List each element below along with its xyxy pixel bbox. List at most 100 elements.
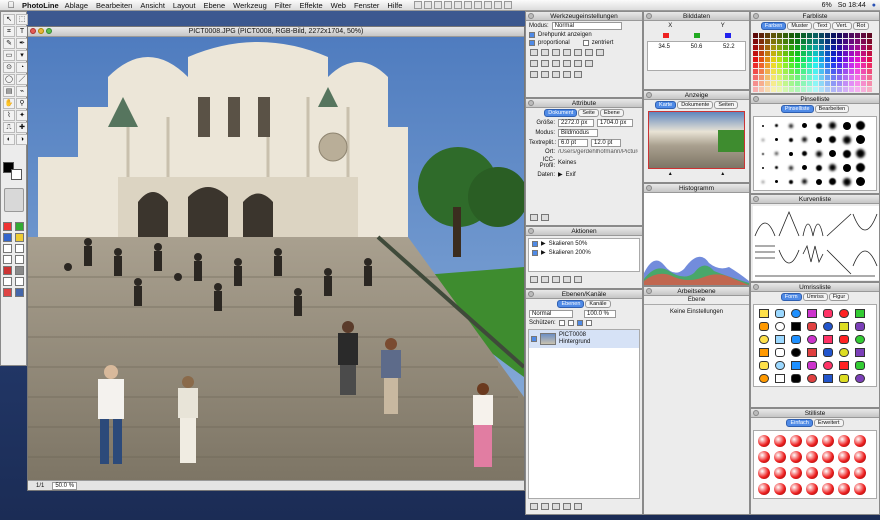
color-swatch[interactable] [867, 75, 872, 80]
copy-icon[interactable] [424, 1, 433, 9]
minimize-window-icon[interactable] [38, 28, 44, 34]
color-swatch[interactable] [849, 51, 854, 56]
eraser-tool-icon[interactable]: ▭ [3, 50, 15, 61]
option-icon[interactable] [15, 288, 24, 297]
color-swatch[interactable] [789, 87, 794, 92]
menu-ablage[interactable]: Ablage [65, 1, 88, 10]
color-swatch[interactable] [753, 75, 758, 80]
color-swatch[interactable] [825, 75, 830, 80]
style-preset-icon[interactable] [836, 433, 851, 448]
color-swatch[interactable] [813, 57, 818, 62]
color-swatch[interactable] [867, 57, 872, 62]
protect-transparency-checkbox[interactable] [558, 320, 565, 326]
color-swatch[interactable] [825, 81, 830, 86]
style-preset-icon[interactable] [804, 449, 819, 464]
color-swatch[interactable] [795, 63, 800, 68]
option-icon[interactable] [3, 244, 12, 253]
color-swatch[interactable] [777, 69, 782, 74]
color-swatch[interactable] [753, 69, 758, 74]
color-swatch[interactable] [801, 81, 806, 86]
rotate-icon[interactable] [552, 60, 560, 67]
color-swatch[interactable] [759, 75, 764, 80]
color-swatch[interactable] [813, 69, 818, 74]
color-swatch[interactable] [771, 51, 776, 56]
option-icon[interactable] [15, 233, 24, 242]
option-icon[interactable] [15, 222, 24, 231]
color-swatch[interactable] [777, 57, 782, 62]
color-swatch[interactable] [765, 69, 770, 74]
color-swatch[interactable] [777, 39, 782, 44]
brush-preset-icon[interactable] [812, 175, 825, 188]
color-swatch[interactable] [789, 81, 794, 86]
color-swatch[interactable] [837, 57, 842, 62]
brush-preset-icon[interactable] [840, 175, 853, 188]
style-preset-icon[interactable] [804, 465, 819, 480]
shape-preset-icon[interactable] [788, 333, 803, 345]
color-swatch[interactable] [759, 39, 764, 44]
menu-web[interactable]: Web [331, 1, 346, 10]
lock-icon[interactable] [574, 71, 582, 78]
color-swatch[interactable] [783, 57, 788, 62]
color-swatch[interactable] [777, 87, 782, 92]
color-swatch[interactable] [801, 69, 806, 74]
shape-tool-icon[interactable]: ◯ [3, 74, 15, 85]
zoom-indicator[interactable]: 50.0 % [52, 481, 78, 490]
color-swatch[interactable] [843, 57, 848, 62]
style-preset-icon[interactable] [804, 481, 819, 496]
color-swatch[interactable] [753, 45, 758, 50]
menu-ebene[interactable]: Ebene [203, 1, 225, 10]
color-swatch[interactable] [759, 87, 764, 92]
shape-preset-icon[interactable] [772, 359, 787, 371]
text-size-field[interactable]: 6.0 pt [558, 139, 588, 147]
color-swatch[interactable] [813, 75, 818, 80]
brush-preset-icon[interactable] [840, 133, 853, 146]
color-swatch[interactable] [753, 39, 758, 44]
color-swatch[interactable] [849, 81, 854, 86]
color-swatch[interactable] [795, 75, 800, 80]
skew-icon[interactable] [585, 60, 593, 67]
color-swatch[interactable] [843, 33, 848, 38]
style-preset-icon[interactable] [756, 433, 771, 448]
brush-preset-icon[interactable] [770, 161, 783, 174]
color-swatch[interactable] [831, 45, 836, 50]
brush-preset-icon[interactable] [826, 161, 839, 174]
shape-preset-icon[interactable] [772, 346, 787, 358]
option-icon[interactable] [3, 233, 12, 242]
protect-all-checkbox[interactable] [585, 320, 592, 326]
color-swatch[interactable] [783, 87, 788, 92]
color-swatch[interactable] [837, 63, 842, 68]
tab-dokumente[interactable]: Dokumente [677, 101, 714, 109]
color-swatch[interactable] [825, 33, 830, 38]
color-swatch[interactable] [783, 75, 788, 80]
color-swatch[interactable] [855, 39, 860, 44]
color-swatch[interactable] [783, 39, 788, 44]
brush-preset-icon[interactable] [798, 175, 811, 188]
shape-preset-icon[interactable] [788, 307, 803, 319]
undo-icon[interactable] [444, 1, 453, 9]
shape-preset-icon[interactable] [756, 359, 771, 371]
color-swatch[interactable] [783, 81, 788, 86]
curve-grid[interactable] [753, 206, 879, 280]
color-swatch[interactable] [777, 45, 782, 50]
color-swatch[interactable] [795, 69, 800, 74]
shape-preset-icon[interactable] [788, 359, 803, 371]
group-icon[interactable] [530, 71, 538, 78]
color-swatch[interactable] [831, 51, 836, 56]
close-panel-icon[interactable] [753, 410, 759, 416]
color-swatch[interactable] [789, 75, 794, 80]
color-swatch[interactable] [867, 33, 872, 38]
color-swatch[interactable] [771, 45, 776, 50]
color-swatch[interactable] [855, 75, 860, 80]
color-swatch[interactable] [819, 51, 824, 56]
color-swatch[interactable] [777, 81, 782, 86]
list-item[interactable]: ▶ Skalieren 50% [529, 239, 639, 248]
brush-preset-icon[interactable] [854, 175, 867, 188]
color-swatch[interactable] [759, 57, 764, 62]
color-swatch[interactable] [807, 75, 812, 80]
brush-preset-icon[interactable] [854, 133, 867, 146]
option-icon[interactable] [3, 288, 12, 297]
rotate-ccw-icon[interactable] [563, 60, 571, 67]
tab-bearbeiten[interactable]: Bearbeiten [814, 105, 850, 113]
document-canvas[interactable] [28, 37, 524, 480]
color-swatch[interactable] [861, 51, 866, 56]
